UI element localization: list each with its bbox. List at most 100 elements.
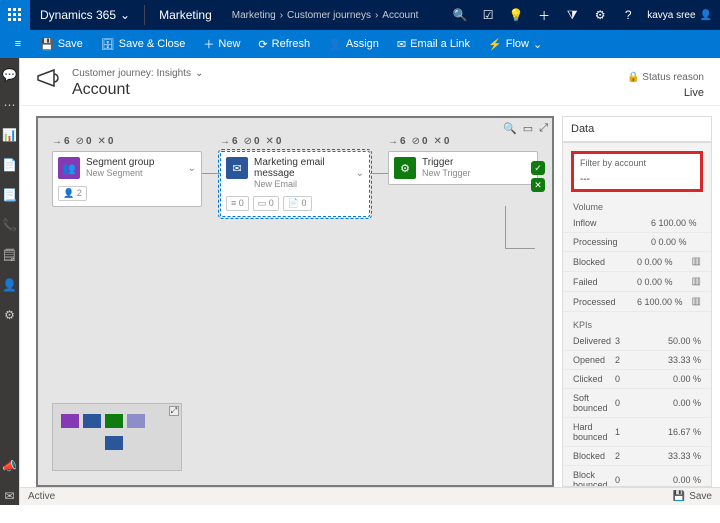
- kpi-title: KPIs: [563, 318, 711, 332]
- bulb-icon[interactable]: 💡: [507, 8, 525, 22]
- gear-icon[interactable]: ⚙: [591, 8, 609, 22]
- tile-title: Trigger: [422, 157, 532, 168]
- metric-row: Processed6 100.00 %▥: [563, 292, 711, 312]
- kpi-key: Clicked: [573, 374, 615, 384]
- flow-label: Flow: [506, 38, 529, 50]
- kpi-val: 0: [615, 475, 665, 485]
- command-bar: ≡ 💾Save 🗄Save & Close ＋New ⟳Refresh 👤Ass…: [0, 30, 720, 58]
- metric-val: 6 100.00 %: [637, 297, 687, 307]
- kpi-val: 2: [615, 451, 665, 461]
- tile-segment-group[interactable]: → 6⊘ 0✕ 0 👥 Segment groupNew Segment ⌄ 👤…: [52, 136, 202, 217]
- tile-title: Segment group: [86, 157, 182, 168]
- kpi-val: 2: [615, 355, 665, 365]
- nav-user-icon[interactable]: 👤: [2, 278, 18, 294]
- nav-doc-icon[interactable]: 📄: [2, 158, 18, 174]
- crumb-1[interactable]: Customer journeys: [287, 10, 371, 21]
- chart-icon[interactable]: ▥: [687, 256, 701, 267]
- minimap[interactable]: ⤢: [52, 403, 182, 471]
- save-close-label: Save & Close: [119, 38, 186, 50]
- task-icon[interactable]: ☑: [479, 8, 497, 22]
- global-topbar: Dynamics 365⌄ Marketing Marketing› Custo…: [0, 0, 720, 30]
- status-left: Active: [28, 491, 55, 502]
- chevron-down-icon: ⌄: [195, 68, 203, 79]
- status-save-label[interactable]: Save: [689, 491, 712, 502]
- kpi-row: Clicked00.00 %: [563, 370, 711, 389]
- flow-button[interactable]: ⚡Flow ⌄: [480, 30, 550, 58]
- refresh-button[interactable]: ⟳Refresh: [250, 30, 318, 58]
- nav-chat-icon[interactable]: 💬: [2, 68, 18, 84]
- assign-button[interactable]: 👤Assign: [320, 30, 387, 58]
- user-name: kavya sree: [647, 10, 695, 21]
- foot-item: ▭ 0: [253, 196, 279, 211]
- metric-key: Failed: [573, 277, 637, 287]
- new-label: New: [218, 38, 240, 50]
- tab-data[interactable]: Data: [563, 117, 711, 142]
- stat-in: → 6: [52, 136, 70, 147]
- kpi-key: Blocked: [573, 451, 615, 461]
- crumb-2[interactable]: Account: [382, 10, 418, 21]
- nav-mail-icon[interactable]: ✉: [2, 489, 18, 505]
- nav-chart-icon[interactable]: 📊: [2, 128, 18, 144]
- mail-icon: ✉: [226, 157, 248, 179]
- status-value: Live: [627, 87, 704, 99]
- save-button[interactable]: 💾Save: [32, 30, 91, 58]
- kpi-row: Blocked233.33 %: [563, 447, 711, 466]
- brand-menu[interactable]: Dynamics 365⌄: [30, 8, 140, 22]
- help-icon[interactable]: ?: [619, 8, 637, 22]
- chevron-down-icon[interactable]: ⌄: [188, 163, 196, 174]
- add-icon[interactable]: ＋: [535, 7, 553, 24]
- mail-icon: ✉: [397, 38, 406, 51]
- connector: [505, 206, 506, 248]
- kpi-row: Soft bounced00.00 %: [563, 389, 711, 418]
- email-link-button[interactable]: ✉Email a Link: [389, 30, 478, 58]
- kpi-pct: 33.33 %: [665, 355, 701, 365]
- kpi-pct: 0.00 %: [665, 475, 701, 485]
- tile-trigger[interactable]: → 6⊘ 0✕ 0 ⚙ TriggerNew Trigger ✓ ✕: [388, 136, 538, 217]
- expand-icon[interactable]: ⤢: [539, 122, 548, 135]
- app-launcher-icon[interactable]: [0, 0, 30, 30]
- hamburger-icon[interactable]: ≡: [6, 38, 30, 50]
- kpi-val: 0: [615, 398, 665, 408]
- nav-phone-icon[interactable]: 📞: [2, 218, 18, 234]
- app-name[interactable]: Marketing: [149, 8, 222, 22]
- filter-icon[interactable]: ⧩: [563, 8, 581, 23]
- nav-note-icon[interactable]: 🗒: [2, 248, 18, 264]
- save-icon[interactable]: 💾: [673, 491, 685, 502]
- kpi-key: Soft bounced: [573, 393, 615, 413]
- metric-row: Blocked0 0.00 %▥: [563, 252, 711, 272]
- refresh-label: Refresh: [272, 38, 311, 50]
- nav-gear-icon[interactable]: ⚙: [2, 308, 18, 324]
- metric-val: 0 0.00 %: [637, 257, 687, 267]
- metric-row: Failed0 0.00 %▥: [563, 272, 711, 292]
- filter-by-account[interactable]: Filter by account ---: [571, 151, 703, 192]
- chevron-down-icon[interactable]: ⌄: [356, 168, 364, 179]
- fit-icon[interactable]: ▭: [523, 122, 533, 135]
- zoom-out-icon[interactable]: 🔍: [503, 122, 517, 135]
- metric-row: Processing0 0.00 %: [563, 233, 711, 252]
- status-label: Status reason: [642, 72, 704, 83]
- stat-wait: ⊘ 0: [76, 136, 92, 147]
- nav-announce-icon[interactable]: 📣: [2, 459, 18, 475]
- user-menu[interactable]: kavya sree👤: [647, 10, 712, 21]
- kpi-pct: 16.67 %: [665, 427, 701, 437]
- metric-val: 0 0.00 %: [637, 277, 687, 287]
- chart-icon[interactable]: ▥: [687, 296, 701, 307]
- search-icon[interactable]: 🔍: [451, 8, 469, 22]
- kpi-row: Delivered350.00 %: [563, 332, 711, 351]
- lock-icon: 🔒: [627, 72, 639, 83]
- minimap-expand-icon[interactable]: ⤢: [169, 406, 179, 416]
- tile-email[interactable]: → 6⊘ 0✕ 0 ✉ Marketing email messageNew E…: [220, 136, 370, 217]
- save-close-button[interactable]: 🗄Save & Close: [93, 30, 194, 58]
- new-button[interactable]: ＋New: [195, 30, 248, 58]
- save-label: Save: [58, 38, 83, 50]
- chart-icon[interactable]: ▥: [687, 276, 701, 287]
- connector: [370, 173, 388, 174]
- nav-more-icon[interactable]: ⋯: [2, 98, 18, 114]
- crumb-0[interactable]: Marketing: [232, 10, 276, 21]
- header-pre[interactable]: Customer journey: Insights: [72, 68, 191, 79]
- journey-canvas[interactable]: 🔍 ▭ ⤢ → 6⊘ 0✕ 0 👥 Segment groupNew Segme…: [36, 116, 554, 487]
- kpi-row: Block bounced00.00 %: [563, 466, 711, 487]
- person-assign-icon: 👤: [328, 38, 342, 51]
- nav-page-icon[interactable]: 📃: [2, 188, 18, 204]
- tile-title: Marketing email message: [254, 157, 350, 179]
